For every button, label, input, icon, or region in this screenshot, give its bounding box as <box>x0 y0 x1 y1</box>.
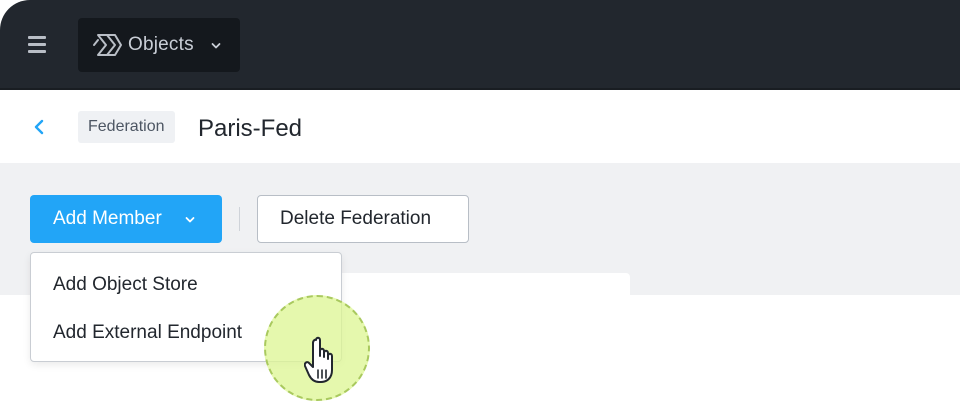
hamburger-icon[interactable] <box>28 36 48 54</box>
breadcrumb-federation[interactable]: Federation <box>78 111 175 143</box>
hand-pointer-icon <box>304 336 333 383</box>
delete-federation-label: Delete Federation <box>280 208 432 229</box>
app-window: Objects Federation Paris-Fed Add Member … <box>0 0 960 404</box>
page-title: Paris-Fed <box>198 115 303 142</box>
top-navigation-bar: Objects <box>0 0 960 90</box>
chevron-down-icon <box>185 217 195 223</box>
page-header: Federation Paris-Fed <box>0 90 960 163</box>
menu-item-label: Add External Endpoint <box>53 322 243 343</box>
add-member-button[interactable]: Add Member <box>30 195 222 243</box>
content-panel <box>330 273 630 333</box>
menu-item-label: Add Object Store <box>53 274 198 295</box>
chevron-left-icon[interactable] <box>32 118 46 136</box>
app-title: Objects <box>128 34 194 55</box>
add-member-label: Add Member <box>53 208 162 229</box>
app-switcher-button[interactable]: Objects <box>78 18 240 72</box>
objects-logo-icon <box>93 34 122 56</box>
toolbar-divider <box>239 207 240 231</box>
chevron-down-icon <box>211 43 221 49</box>
delete-federation-button[interactable]: Delete Federation <box>257 195 469 243</box>
